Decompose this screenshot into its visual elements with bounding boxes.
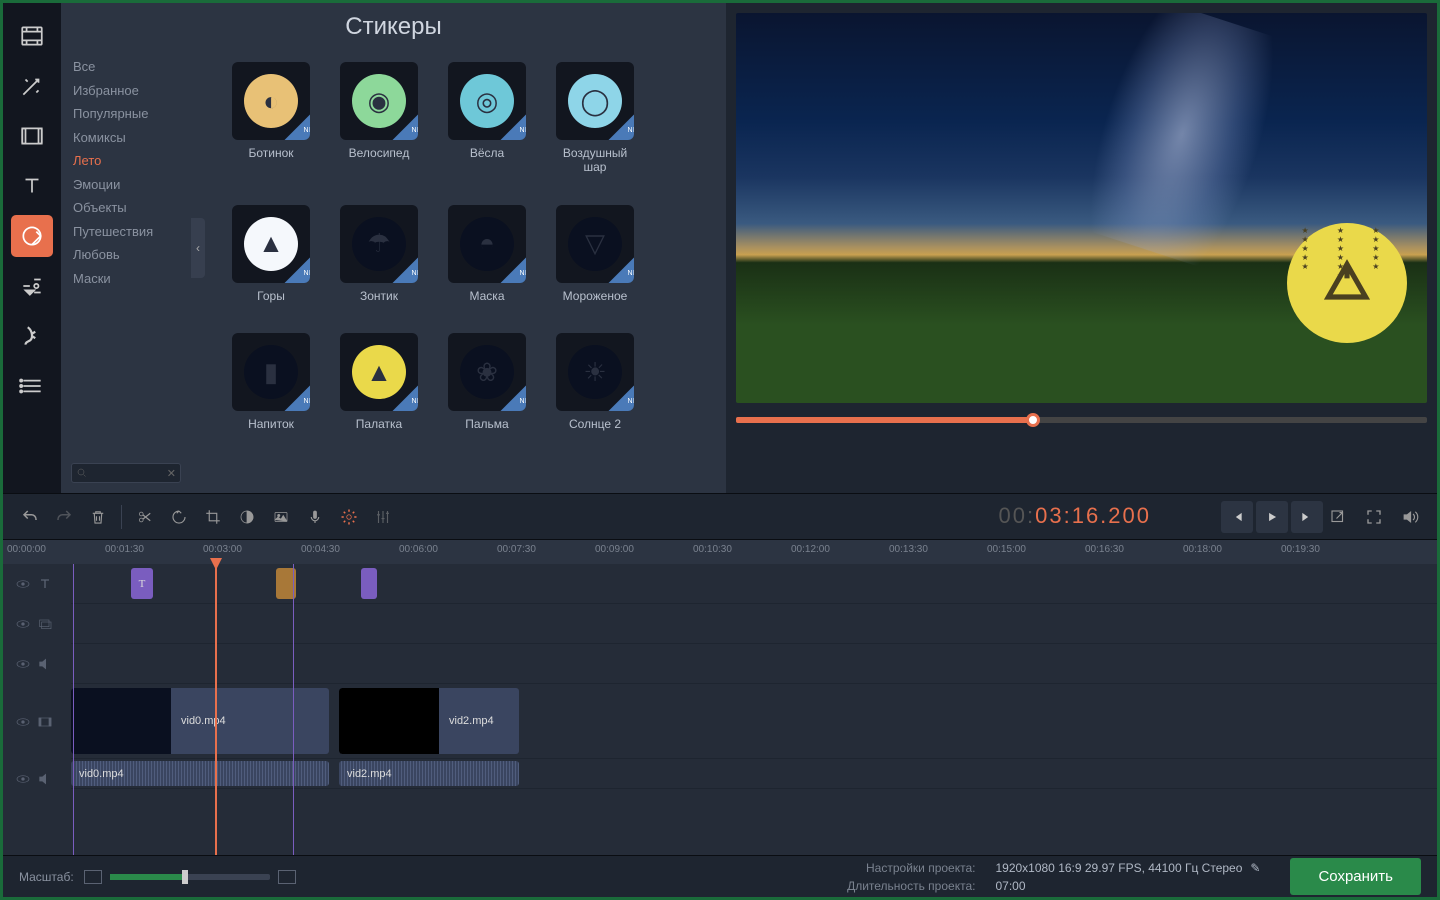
category-item[interactable]: Избранное xyxy=(73,79,191,103)
sticker-item[interactable]: ◐NEWБотинок xyxy=(226,62,316,175)
preview-panel xyxy=(726,3,1437,493)
category-item[interactable]: Популярные xyxy=(73,102,191,126)
next-frame-button[interactable] xyxy=(1291,501,1323,533)
play-button[interactable] xyxy=(1256,501,1288,533)
linked-audio-track[interactable] xyxy=(71,644,1437,684)
audio-track-header[interactable] xyxy=(3,759,71,799)
timecode: 00:03:16.200 xyxy=(999,503,1151,530)
zoom-out-icon[interactable] xyxy=(84,870,102,884)
filters-icon[interactable] xyxy=(11,65,53,107)
split-button[interactable] xyxy=(130,502,160,532)
sticker-item[interactable]: ☀NEWСолнце 2 xyxy=(550,333,640,431)
sticker-item[interactable]: ▽NEWМороженое xyxy=(550,205,640,303)
video-clip[interactable]: vid2.mp4 xyxy=(339,688,519,754)
overlay-track-header[interactable] xyxy=(3,604,71,644)
zoom-in-icon[interactable] xyxy=(278,870,296,884)
stickers-icon[interactable] xyxy=(11,215,53,257)
category-item[interactable]: Все xyxy=(73,55,191,79)
category-item[interactable]: Любовь xyxy=(73,243,191,267)
fullscreen-button[interactable] xyxy=(1359,502,1389,532)
video-track-header[interactable] xyxy=(3,684,71,759)
status-bar: Масштаб: Настройки проекта: 1920x1080 16… xyxy=(3,855,1437,897)
category-item[interactable]: Маски xyxy=(73,267,191,291)
save-button[interactable]: Сохранить xyxy=(1290,858,1421,895)
clear-search-icon[interactable]: ✕ xyxy=(167,467,176,480)
zoom-slider[interactable] xyxy=(110,874,270,880)
picture-button[interactable] xyxy=(266,502,296,532)
overlay-clip[interactable] xyxy=(361,568,377,599)
sticker-grid: ◐NEWБотинок◉NEWВелосипед◎NEWВёсла◯NEWВоз… xyxy=(206,47,726,493)
zoom-label: Масштаб: xyxy=(19,870,74,884)
category-list: ВсеИзбранноеПопулярныеКомиксыЛетоЭмоцииО… xyxy=(61,47,191,493)
toolbar: 00:03:16.200 xyxy=(3,493,1437,539)
sticker-item[interactable]: ▮NEWНапиток xyxy=(226,333,316,431)
delete-button[interactable] xyxy=(83,502,113,532)
sticker-item[interactable]: ◓NEWМаска xyxy=(442,205,532,303)
media-icon[interactable] xyxy=(11,15,53,57)
sticker-item[interactable]: ◯NEWВоздушный шар xyxy=(550,62,640,175)
undo-button[interactable] xyxy=(15,502,45,532)
clip-properties-button[interactable] xyxy=(334,502,364,532)
preview-video[interactable] xyxy=(736,13,1427,403)
audio-track[interactable]: vid0.mp4 vid2.mp4 xyxy=(71,759,1437,789)
mic-button[interactable] xyxy=(300,502,330,532)
sticker-item[interactable]: ❀NEWПальма xyxy=(442,333,532,431)
video-clip[interactable]: vid0.mp4 xyxy=(71,688,329,754)
project-info: Настройки проекта: 1920x1080 16:9 29.97 … xyxy=(847,861,1260,893)
preview-sticker-overlay[interactable] xyxy=(1287,223,1407,343)
sticker-item[interactable]: ▲NEWГоры xyxy=(226,205,316,303)
stickers-panel: Стикеры ВсеИзбранноеПопулярныеКомиксыЛет… xyxy=(61,3,726,493)
sticker-item[interactable]: ◉NEWВелосипед xyxy=(334,62,424,175)
sticker-item[interactable]: ☂NEWЗонтик xyxy=(334,205,424,303)
audio-clip[interactable]: vid2.mp4 xyxy=(339,761,519,786)
sticker-item[interactable]: ◎NEWВёсла xyxy=(442,62,532,175)
redo-button[interactable] xyxy=(49,502,79,532)
title-track[interactable]: T xyxy=(71,564,1437,604)
title-track-header[interactable] xyxy=(3,564,71,604)
audio-clip[interactable]: vid0.mp4 xyxy=(71,761,329,786)
video-track[interactable]: vid0.mp4vid2.mp4 xyxy=(71,684,1437,759)
scrub-bar[interactable] xyxy=(736,417,1427,423)
category-item[interactable]: Эмоции xyxy=(73,173,191,197)
edit-settings-icon[interactable]: ✎ xyxy=(1250,861,1260,875)
animation-icon[interactable] xyxy=(11,315,53,357)
volume-button[interactable] xyxy=(1395,502,1425,532)
overlay-track[interactable] xyxy=(71,604,1437,644)
timeline-tracks: T vid0.mp4vid2.mp4 vid0.mp4vid2.mp4 xyxy=(3,564,1437,855)
category-item[interactable]: Путешествия xyxy=(73,220,191,244)
callouts-icon[interactable] xyxy=(11,265,53,307)
collapse-categories[interactable]: ‹ xyxy=(191,218,205,278)
rotate-button[interactable] xyxy=(164,502,194,532)
prev-frame-button[interactable] xyxy=(1221,501,1253,533)
sticker-item[interactable]: ▲NEWПалатка xyxy=(334,333,424,431)
title-clip[interactable]: T xyxy=(131,568,153,599)
category-item[interactable]: Комиксы xyxy=(73,126,191,150)
timeline: 00:00:0000:01:3000:03:0000:04:3000:06:00… xyxy=(3,539,1437,855)
detach-preview-button[interactable] xyxy=(1323,502,1353,532)
more-icon[interactable] xyxy=(11,365,53,407)
equalizer-button[interactable] xyxy=(368,502,398,532)
panel-title: Стикеры xyxy=(61,3,726,47)
color-button[interactable] xyxy=(232,502,262,532)
titles-icon[interactable] xyxy=(11,165,53,207)
transitions-icon[interactable] xyxy=(11,115,53,157)
sidebar-tools xyxy=(3,3,61,493)
category-item[interactable]: Лето xyxy=(73,149,191,173)
crop-button[interactable] xyxy=(198,502,228,532)
category-item[interactable]: Объекты xyxy=(73,196,191,220)
category-search[interactable]: ✕ xyxy=(71,463,181,483)
linked-audio-header[interactable] xyxy=(3,644,71,684)
